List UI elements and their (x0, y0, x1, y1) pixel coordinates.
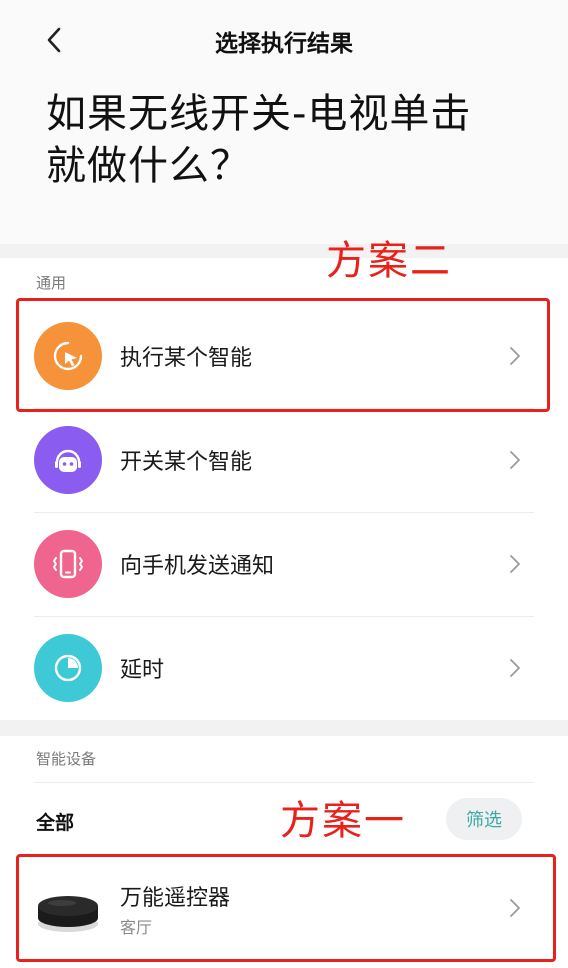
option-send-notification[interactable]: 向手机发送通知 (0, 512, 568, 616)
divider (34, 782, 534, 783)
option-label: 向手机发送通知 (120, 554, 275, 579)
section-label-devices: 智能设备 (36, 750, 97, 768)
question-line-2: 就做什么？ (46, 143, 251, 189)
option-delay[interactable]: 延时 (0, 616, 568, 720)
cursor-click-icon (34, 322, 102, 390)
robot-icon (34, 426, 102, 494)
annotation-plan-two: 方案二 (326, 238, 452, 284)
question-heading: 如果无线开关-电视单击 就做什么？ (46, 88, 536, 192)
chevron-right-icon (505, 448, 525, 472)
page-title: 选择执行结果 (215, 31, 353, 57)
chevron-right-icon (505, 344, 525, 368)
option-toggle-smart[interactable]: 开关某个智能 (0, 408, 568, 512)
timer-icon (34, 634, 102, 702)
option-label: 开关某个智能 (120, 450, 253, 475)
general-section: 通用 执行某个智能 开关某个智能 向手机发送通知 延时 (0, 258, 568, 720)
header-area: 选择执行结果 如果无线开关-电视单击 就做什么？ (0, 0, 568, 244)
annotation-plan-one: 方案一 (280, 798, 406, 844)
chevron-right-icon (505, 656, 525, 680)
phone-vibrate-icon (34, 530, 102, 598)
option-label: 执行某个智能 (120, 346, 253, 371)
filter-all-label[interactable]: 全部 (36, 808, 74, 835)
device-item-ir-remote[interactable]: 万能遥控器 客厅 (0, 856, 568, 962)
section-label-general: 通用 (36, 274, 67, 292)
chevron-right-icon (505, 896, 525, 920)
device-room: 客厅 (120, 918, 153, 937)
filter-button[interactable]: 筛选 (446, 798, 522, 840)
option-run-smart[interactable]: 执行某个智能 (0, 304, 568, 408)
chevron-right-icon (505, 552, 525, 576)
device-name: 万能遥控器 (120, 886, 231, 911)
ir-remote-puck-icon (36, 884, 100, 934)
question-line-1: 如果无线开关-电视单击 (46, 91, 472, 137)
option-label: 延时 (120, 658, 165, 683)
